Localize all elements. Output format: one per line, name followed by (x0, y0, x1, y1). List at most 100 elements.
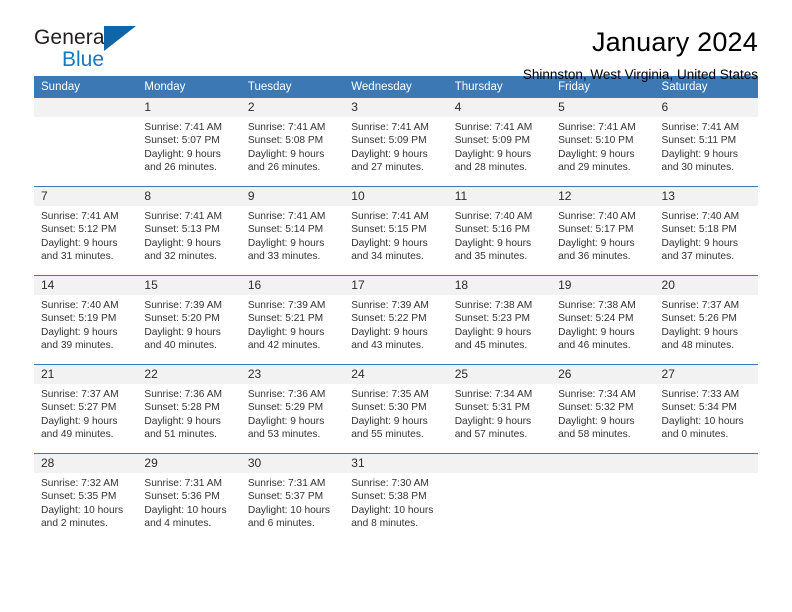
daylight-duration-line2: and 33 minutes. (247, 251, 321, 263)
calendar-day-cell[interactable]: 4 Sunrise: 7:41 AM Sunset: 5:09 PM Daylight… (447, 98, 552, 187)
page-header: General Blue January 2024 Shinnston, Wes… (34, 0, 758, 82)
calendar-day-cell[interactable]: 31 Sunrise: 7:30 AM Sunset: 5:38 PM Dayligh… (344, 453, 448, 542)
calendar-day-cell[interactable]: 19 Sunrise: 7:38 AM Sunset: 5:24 PM Dayligh… (551, 275, 655, 365)
calendar-day-cell[interactable]: 21 Sunrise: 7:37 AM Sunset: 5:27 PM Dayligh… (34, 364, 138, 454)
day-number: 27 (654, 365, 758, 384)
daylight-duration-line1: Daylight: 9 hours (41, 326, 118, 338)
day-details: Sunrise: 7:41 AM Sunset: 5:14 PM Daylight:… (241, 206, 344, 275)
calendar-day-cell[interactable]: 25 Sunrise: 7:34 AM Sunset: 5:31 PM Dayligh… (447, 364, 552, 454)
day-details: Sunrise: 7:41 AM Sunset: 5:10 PM Daylight:… (551, 117, 654, 186)
daylight-duration-line2: and 51 minutes. (144, 429, 217, 441)
calendar-day-cell[interactable]: 29 Sunrise: 7:31 AM Sunset: 5:36 PM Dayligh… (137, 453, 241, 542)
sunrise-time: Sunrise: 7:41 AM (351, 211, 429, 222)
daylight-duration-line1: Daylight: 9 hours (351, 237, 428, 249)
calendar-day-cell[interactable]: 24 Sunrise: 7:35 AM Sunset: 5:30 PM Dayligh… (344, 364, 448, 454)
general-blue-logo[interactable]: General Blue (34, 26, 164, 78)
daylight-duration-line2: and 42 minutes. (247, 340, 321, 352)
calendar-day-cell[interactable]: 14 Sunrise: 7:40 AM Sunset: 5:19 PM Dayligh… (34, 275, 138, 365)
calendar-day-cell[interactable]: 11 Sunrise: 7:40 AM Sunset: 5:16 PM Dayligh… (447, 186, 552, 276)
daylight-duration-line1: Daylight: 9 hours (454, 326, 532, 338)
day-number: 23 (240, 365, 345, 384)
logo-text-blue: Blue (62, 48, 105, 71)
day-number (34, 98, 138, 117)
sunrise-time: Sunrise: 7:39 AM (247, 300, 326, 311)
day-number: 1 (137, 98, 241, 117)
day-details (34, 117, 137, 186)
calendar-day-cell[interactable]: 27 Sunrise: 7:33 AM Sunset: 5:34 PM Dayligh… (654, 364, 758, 454)
daylight-duration-line1: Daylight: 9 hours (247, 415, 325, 427)
sunrise-time: Sunrise: 7:35 AM (351, 389, 429, 400)
daylight-duration-line2: and 6 minutes. (247, 518, 315, 530)
daylight-duration-line1: Daylight: 10 hours (41, 504, 124, 516)
sunset-time: Sunset: 5:36 PM (144, 491, 220, 503)
calendar-day-cell[interactable]: 13 Sunrise: 7:40 AM Sunset: 5:18 PM Dayligh… (654, 186, 758, 276)
day-details: Sunrise: 7:39 AM Sunset: 5:20 PM Daylight:… (137, 295, 240, 364)
calendar-day-cell[interactable]: 8 Sunrise: 7:41 AM Sunset: 5:13 PM Daylight… (137, 186, 241, 276)
calendar-body: 1 Sunrise: 7:41 AM Sunset: 5:07 PM Daylight… (34, 98, 758, 542)
calendar-day-cell[interactable]: 20 Sunrise: 7:37 AM Sunset: 5:26 PM Dayligh… (654, 275, 758, 365)
sunset-time: Sunset: 5:08 PM (247, 135, 324, 147)
day-number: 24 (344, 365, 448, 384)
daylight-duration-line2: and 34 minutes. (351, 251, 424, 263)
calendar-day-cell[interactable]: 1 Sunrise: 7:41 AM Sunset: 5:07 PM Daylight… (137, 98, 241, 187)
calendar-day-cell[interactable]: 18 Sunrise: 7:38 AM Sunset: 5:23 PM Dayligh… (447, 275, 552, 365)
sunrise-time: Sunrise: 7:41 AM (247, 122, 326, 133)
sunrise-time: Sunrise: 7:41 AM (144, 211, 223, 222)
calendar-day-cell[interactable]: 10 Sunrise: 7:41 AM Sunset: 5:15 PM Dayligh… (344, 186, 448, 276)
sunset-time: Sunset: 5:24 PM (558, 313, 634, 325)
calendar-cell-empty (551, 453, 655, 542)
daylight-duration-line1: Daylight: 10 hours (661, 415, 744, 427)
sunrise-time: Sunrise: 7:41 AM (558, 122, 636, 133)
sunrise-time: Sunrise: 7:34 AM (454, 389, 533, 400)
daylight-duration-line1: Daylight: 9 hours (144, 415, 221, 427)
sunset-time: Sunset: 5:37 PM (247, 491, 324, 503)
daylight-duration-line2: and 35 minutes. (454, 251, 528, 263)
sunset-time: Sunset: 5:19 PM (41, 313, 117, 325)
sunrise-time: Sunrise: 7:38 AM (454, 300, 533, 311)
calendar-week-row: 28 Sunrise: 7:32 AM Sunset: 5:35 PM Dayligh… (34, 453, 758, 542)
day-number: 2 (240, 98, 345, 117)
calendar-day-cell[interactable]: 7 Sunrise: 7:41 AM Sunset: 5:12 PM Daylight… (34, 186, 138, 276)
day-details: Sunrise: 7:41 AM Sunset: 5:11 PM Daylight:… (655, 117, 758, 186)
day-details: Sunrise: 7:41 AM Sunset: 5:08 PM Daylight:… (241, 117, 344, 186)
day-number: 19 (551, 276, 655, 295)
daylight-duration-line2: and 29 minutes. (558, 162, 631, 174)
calendar-day-cell[interactable]: 17 Sunrise: 7:39 AM Sunset: 5:22 PM Dayligh… (344, 275, 448, 365)
day-details: Sunrise: 7:31 AM Sunset: 5:37 PM Daylight:… (241, 473, 344, 542)
daylight-duration-line1: Daylight: 9 hours (41, 237, 118, 249)
calendar-day-cell[interactable]: 6 Sunrise: 7:41 AM Sunset: 5:11 PM Daylight… (654, 98, 758, 187)
day-number: 16 (240, 276, 345, 295)
daylight-duration-line1: Daylight: 9 hours (351, 148, 428, 160)
sunset-time: Sunset: 5:10 PM (558, 135, 634, 147)
daylight-duration-line1: Daylight: 9 hours (144, 148, 221, 160)
calendar-day-cell[interactable]: 3 Sunrise: 7:41 AM Sunset: 5:09 PM Daylight… (344, 98, 448, 187)
daylight-duration-line2: and 4 minutes. (144, 518, 212, 530)
calendar-day-cell[interactable]: 16 Sunrise: 7:39 AM Sunset: 5:21 PM Dayligh… (240, 275, 345, 365)
calendar-day-cell[interactable]: 5 Sunrise: 7:41 AM Sunset: 5:10 PM Daylight… (551, 98, 655, 187)
daylight-duration-line1: Daylight: 9 hours (661, 237, 738, 249)
day-details: Sunrise: 7:34 AM Sunset: 5:31 PM Daylight:… (448, 384, 551, 453)
day-details: Sunrise: 7:39 AM Sunset: 5:22 PM Daylight:… (344, 295, 447, 364)
calendar-day-cell[interactable]: 9 Sunrise: 7:41 AM Sunset: 5:14 PM Daylight… (240, 186, 345, 276)
calendar-day-cell[interactable]: 30 Sunrise: 7:31 AM Sunset: 5:37 PM Dayligh… (240, 453, 345, 542)
sunset-time: Sunset: 5:21 PM (247, 313, 324, 325)
sunrise-time: Sunrise: 7:40 AM (661, 211, 740, 222)
day-details: Sunrise: 7:40 AM Sunset: 5:18 PM Daylight:… (655, 206, 758, 275)
day-details: Sunrise: 7:40 AM Sunset: 5:16 PM Daylight:… (448, 206, 551, 275)
daylight-duration-line1: Daylight: 9 hours (247, 237, 325, 249)
calendar-day-cell[interactable]: 2 Sunrise: 7:41 AM Sunset: 5:08 PM Daylight… (240, 98, 345, 187)
calendar-day-cell[interactable]: 15 Sunrise: 7:39 AM Sunset: 5:20 PM Dayligh… (137, 275, 241, 365)
daylight-duration-line2: and 36 minutes. (558, 251, 631, 263)
calendar-day-cell[interactable]: 23 Sunrise: 7:36 AM Sunset: 5:29 PM Dayligh… (240, 364, 345, 454)
day-number: 3 (344, 98, 448, 117)
sunset-time: Sunset: 5:34 PM (661, 402, 737, 414)
calendar-day-cell[interactable]: 28 Sunrise: 7:32 AM Sunset: 5:35 PM Dayligh… (34, 453, 138, 542)
calendar-day-cell[interactable]: 26 Sunrise: 7:34 AM Sunset: 5:32 PM Dayligh… (551, 364, 655, 454)
calendar-day-cell[interactable]: 12 Sunrise: 7:40 AM Sunset: 5:17 PM Dayligh… (551, 186, 655, 276)
calendar-day-cell[interactable]: 22 Sunrise: 7:36 AM Sunset: 5:28 PM Dayligh… (137, 364, 241, 454)
sunset-time: Sunset: 5:26 PM (661, 313, 737, 325)
day-details: Sunrise: 7:41 AM Sunset: 5:15 PM Daylight:… (344, 206, 447, 275)
calendar-cell-empty (447, 453, 552, 542)
sunrise-sunset-calendar: Sunday Monday Tuesday Wednesday Thursday… (34, 76, 758, 542)
day-details (655, 473, 758, 542)
